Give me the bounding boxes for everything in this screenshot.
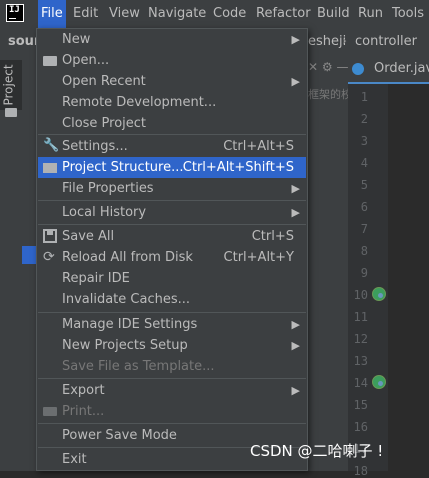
menu-item-save-file-as-template: Save File as Template... [62,359,215,374]
menu-item-reload-all[interactable]: ⟳ Reload All from Disk Ctrl+Alt+Y [38,247,306,268]
breadcrumb-controller[interactable]: controller [355,28,417,56]
spring-bean-icon[interactable] [372,375,386,389]
line-number: 18 [353,464,368,478]
csdn-watermark: CSDN @二哈喇子 ! [250,442,384,460]
spring-bean-icon[interactable] [372,287,386,301]
menu-file[interactable]: File [38,0,66,28]
menu-item-open-recent[interactable]: Open Recent ▶ [38,71,306,92]
line-number: 4 [360,156,368,170]
menu-item-remote-development[interactable]: Remote Development... [38,92,306,113]
left-tool-strip [0,56,23,471]
line-number: 3 [360,134,368,148]
menu-item-manage-ide-settings[interactable]: Manage IDE Settings ▶ [38,314,306,335]
menu-item-repair-ide[interactable]: Repair IDE [38,268,306,289]
line-number: 13 [353,354,368,368]
menu-bar: IJ File Edit View Navigate Code Refactor… [0,0,429,28]
menu-separator [38,378,306,379]
menu-item-settings[interactable]: 🔧 Settings... Ctrl+Alt+S [38,136,306,157]
menu-item-file-properties[interactable]: File Properties ▶ [38,178,306,199]
menu-item-open[interactable]: Open... [38,50,306,71]
editor-tab-label: Order.jav [374,61,429,76]
menu-view[interactable]: View [106,0,143,28]
file-menu-dropdown: New ▶ Open... Open Recent ▶ Remote Develop… [36,28,308,471]
menu-item-close-project[interactable]: Close Project [38,113,306,134]
menu-run[interactable]: Run [355,0,386,28]
line-number: 1 [360,90,368,104]
submenu-arrow-icon: ▶ [291,384,300,397]
tree-partial-text: 框架的校 [308,88,352,101]
menu-refactor[interactable]: Refactor [253,0,314,28]
menu-item-project-structure[interactable]: Project Structure... Ctrl+Alt+Shift+S [38,157,306,178]
line-number: 9 [360,266,368,280]
menu-separator [38,134,306,135]
line-number: 14 [353,376,368,390]
panel-toolbar-icons[interactable]: ✕ ⚙ — [308,60,348,74]
submenu-arrow-icon: ▶ [291,33,300,46]
menu-build[interactable]: Build [314,0,353,28]
wrench-icon: 🔧 [43,138,60,153]
menu-separator [38,200,306,201]
menu-item-local-history[interactable]: Local History ▶ [38,202,306,223]
line-number: 11 [353,310,368,324]
submenu-arrow-icon: ▶ [291,206,300,219]
menu-code[interactable]: Code [210,0,249,28]
menu-item-new-projects-setup[interactable]: New Projects Setup ▶ [38,335,306,356]
menu-separator [38,224,306,225]
line-number: 2 [360,112,368,126]
project-tool-label[interactable]: Project [2,64,16,105]
submenu-arrow-icon: ▶ [291,182,300,195]
line-number: 5 [360,178,368,192]
project-folder-icon [5,108,17,117]
folder-icon [43,56,57,66]
save-icon [43,229,57,243]
printer-icon [43,407,57,416]
menu-item-save-all[interactable]: Save All Ctrl+S [38,226,306,247]
submenu-arrow-icon: ▶ [291,75,300,88]
menu-separator [38,312,306,313]
editor-tab-order[interactable]: Order.jav [348,56,429,84]
line-number: 8 [360,244,368,258]
submenu-arrow-icon: ▶ [291,339,300,352]
menu-tools[interactable]: Tools [389,0,427,28]
menu-separator [38,423,306,424]
menu-item-invalidate-caches[interactable]: Invalidate Caches... [38,289,306,310]
menu-item-new[interactable]: New ▶ [38,29,306,50]
menu-edit[interactable]: Edit [70,0,101,28]
menu-navigate[interactable]: Navigate [145,0,209,28]
submenu-arrow-icon: ▶ [291,318,300,331]
line-number: 12 [353,332,368,346]
selected-tree-row[interactable] [22,246,37,264]
intellij-logo-icon: IJ [6,4,24,22]
breadcrumb-partial[interactable]: esheji [308,28,346,56]
line-number: 15 [353,398,368,412]
reload-icon: ⟳ [43,249,55,265]
line-number: 16 [353,420,368,434]
line-number: 10 [353,288,368,302]
line-number: 7 [360,222,368,236]
class-icon [352,63,364,75]
line-number: 6 [360,200,368,214]
menu-item-export[interactable]: Export ▶ [38,380,306,401]
project-structure-icon [43,163,57,173]
breadcrumb-separator: › [342,34,348,49]
menu-item-print: Print... [38,401,306,422]
